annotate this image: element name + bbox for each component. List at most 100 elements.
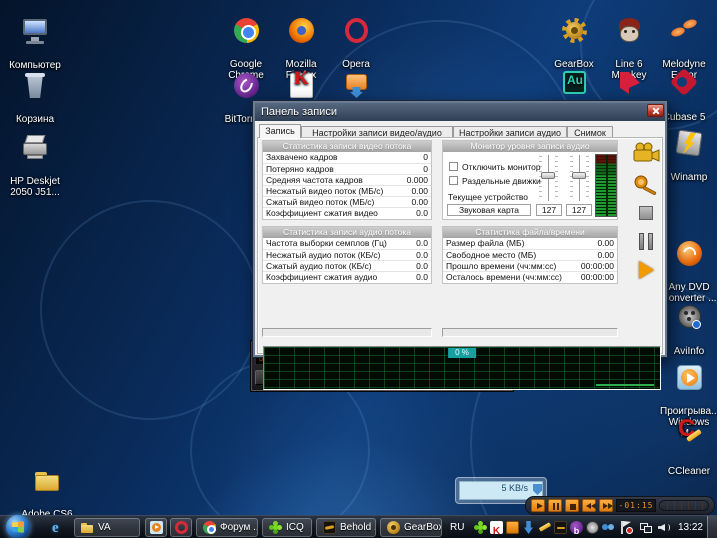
opera-icon bbox=[175, 521, 188, 534]
firefox-icon bbox=[289, 18, 314, 43]
slider-thumb-right[interactable] bbox=[572, 172, 586, 179]
taskbar-button-wmp[interactable] bbox=[145, 518, 167, 537]
kaspersky-tray-icon[interactable]: K bbox=[490, 521, 503, 534]
play-button[interactable] bbox=[632, 258, 660, 282]
rewind-icon bbox=[591, 503, 596, 509]
behold-tv-icon bbox=[323, 521, 336, 534]
disc-tray-icon[interactable] bbox=[586, 521, 599, 534]
ccleaner-icon: C bbox=[672, 423, 706, 453]
window-title: Панель записи bbox=[261, 106, 337, 118]
nuendo-icon bbox=[612, 69, 646, 99]
panel-header: Статистика записи аудио потока bbox=[263, 227, 431, 238]
windows-logo-icon bbox=[12, 521, 24, 533]
cubase-icon bbox=[667, 69, 701, 99]
progress-badge: 0 % bbox=[448, 348, 476, 358]
panel-header: Монитор уровня записи аудио bbox=[443, 141, 617, 152]
tab-content: Статистика записи видео потока Захвачено… bbox=[257, 137, 663, 354]
computer-icon bbox=[18, 17, 52, 47]
recycle-bin-icon bbox=[18, 71, 52, 101]
desktop-icon-hp-printer[interactable]: HP Deskjet 2050 J51... bbox=[6, 122, 64, 198]
play-icon bbox=[537, 503, 543, 509]
video-stats-panel: Статистика записи видео потока Захвачено… bbox=[262, 140, 432, 220]
ie-quicklaunch-button[interactable]: e bbox=[52, 519, 68, 535]
taskbar-button-behold[interactable]: Behold ... bbox=[316, 518, 376, 537]
checkbox-label: Отключить монитор bbox=[462, 162, 541, 172]
pause-icon bbox=[557, 503, 559, 510]
bittorrent-tray-icon[interactable]: b bbox=[570, 521, 583, 534]
audio-monitor-panel: Монитор уровня записи аудио Отключить мо… bbox=[442, 140, 618, 220]
pause-button[interactable] bbox=[632, 230, 660, 254]
stop-icon bbox=[639, 206, 653, 220]
desktop-icon-label: CCleaner bbox=[668, 466, 710, 477]
desktop-icon-ccleaner[interactable]: C CCleaner bbox=[660, 412, 717, 477]
close-button[interactable] bbox=[647, 104, 664, 117]
taskbar-button-icq[interactable]: ICQ bbox=[262, 518, 312, 537]
taskbar-clock[interactable]: 13:22 bbox=[678, 516, 703, 538]
icq-tray-icon[interactable] bbox=[474, 521, 487, 534]
taskbar-button-gearbox[interactable]: GearBox bbox=[380, 518, 442, 537]
disable-monitor-checkbox[interactable] bbox=[449, 162, 458, 171]
desktop-icon-adobe-cs6-folder[interactable]: Adobe CS6 bbox=[18, 455, 76, 520]
pencil-tray-icon[interactable] bbox=[538, 521, 551, 534]
torrent-tray-icon[interactable] bbox=[506, 521, 519, 534]
volume-icon[interactable] bbox=[658, 521, 671, 534]
player-play-button[interactable] bbox=[531, 499, 545, 512]
taskbar-button-va-folder[interactable]: VA bbox=[74, 518, 140, 537]
graph-trace bbox=[596, 384, 654, 386]
microphone-icon bbox=[632, 174, 660, 198]
desktop-icon-label: Winamp bbox=[671, 172, 708, 183]
desktop-icon-label: HP Deskjet 2050 J51... bbox=[10, 176, 60, 198]
start-button[interactable] bbox=[6, 515, 30, 538]
slider-thumb-left[interactable] bbox=[541, 172, 555, 179]
current-device-label: Текущее устройство bbox=[448, 192, 528, 202]
file-stats-panel: Статистика файла/времени Размер файла (М… bbox=[442, 226, 618, 284]
player-volume-slider[interactable] bbox=[659, 500, 709, 511]
player-pause-button[interactable] bbox=[548, 499, 562, 512]
language-indicator[interactable]: RU bbox=[450, 516, 464, 538]
stop-icon bbox=[570, 504, 576, 510]
melodyne-icon bbox=[667, 16, 701, 46]
download-icon bbox=[339, 71, 373, 101]
recording-panel-window: Панель записи Запись Настройки записи ви… bbox=[252, 100, 668, 358]
record-audio-button[interactable] bbox=[632, 174, 660, 198]
mini-player: -01:15 bbox=[525, 496, 715, 515]
forward-icon bbox=[608, 503, 613, 509]
level-right-value: 127 bbox=[566, 204, 592, 216]
camcorder-icon bbox=[632, 142, 660, 164]
desktop-icon-recycle-bin[interactable]: Корзина bbox=[6, 60, 64, 125]
gear-icon bbox=[387, 521, 400, 534]
panel-header: Статистика записи видео потока bbox=[263, 141, 431, 152]
network-icon[interactable] bbox=[640, 521, 653, 534]
player-prev-button[interactable] bbox=[582, 499, 596, 512]
record-video-button[interactable] bbox=[632, 142, 660, 166]
film-reel-icon bbox=[672, 303, 706, 333]
taskbar: e VA Форум ... ICQ bbox=[0, 515, 717, 538]
taskbar-button-forum[interactable]: Форум ... bbox=[196, 518, 258, 537]
desktop-icon-aviinfo[interactable]: AviInfo bbox=[660, 292, 717, 357]
winamp-icon bbox=[672, 129, 706, 159]
status-strip-right bbox=[442, 328, 618, 337]
download-master-tray-icon[interactable] bbox=[522, 521, 535, 534]
ie-icon: e bbox=[52, 520, 59, 536]
device-select[interactable]: Звуковая карта bbox=[447, 204, 531, 216]
player-next-button[interactable] bbox=[599, 499, 613, 512]
folder-icon bbox=[81, 521, 94, 534]
action-center-flag-icon[interactable] bbox=[620, 521, 633, 534]
printer-icon bbox=[18, 133, 52, 163]
player-stop-button[interactable] bbox=[565, 499, 579, 512]
split-sliders-checkbox[interactable] bbox=[449, 176, 458, 185]
stop-button[interactable] bbox=[632, 202, 660, 226]
window-titlebar[interactable]: Панель записи bbox=[255, 103, 665, 121]
search-tray-icon[interactable] bbox=[602, 521, 615, 534]
level-left-value: 127 bbox=[536, 204, 562, 216]
show-desktop-button[interactable] bbox=[707, 516, 717, 538]
desktop-icon-winamp[interactable]: Winamp bbox=[660, 118, 717, 183]
behold-tv-tray-icon[interactable] bbox=[554, 521, 567, 534]
desktop: Компьютер Корзина HP Deskjet 2050 J51...… bbox=[0, 0, 717, 538]
checkbox-label: Раздельные движки bbox=[462, 176, 541, 186]
dvd-converter-icon bbox=[672, 239, 706, 269]
taskbar-button-opera[interactable] bbox=[170, 518, 192, 537]
chrome-icon bbox=[234, 18, 259, 43]
tab-record[interactable]: Запись bbox=[259, 124, 301, 138]
icq-flower-icon bbox=[269, 521, 282, 534]
